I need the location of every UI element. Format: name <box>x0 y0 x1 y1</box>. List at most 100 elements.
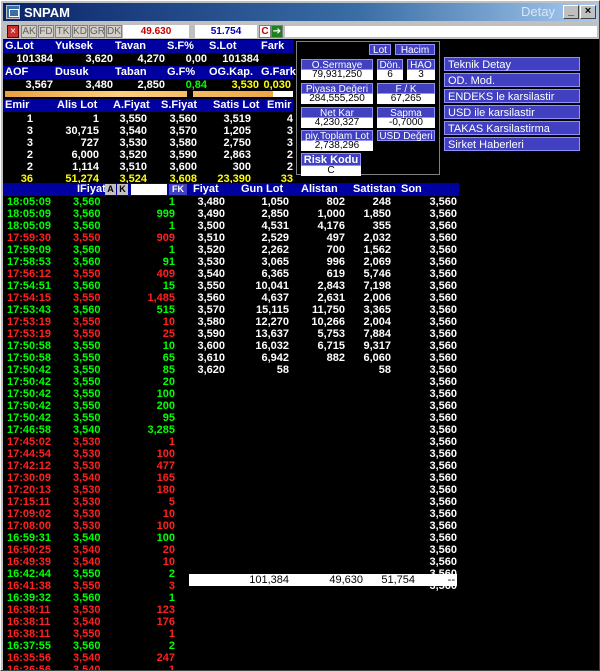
summary-cell: 101384 <box>16 53 53 65</box>
son-cell: 3,560 <box>429 448 457 460</box>
ticker-time: 17:54:51 <box>7 280 52 292</box>
ticker-price: 3,530 <box>73 484 101 496</box>
ticker-time: 17:53:19 <box>7 328 52 340</box>
minimize-button[interactable]: _ <box>563 5 579 19</box>
depth-cell: 2,529 <box>261 232 289 244</box>
ticker-row: 17:53:19 3,550 10 <box>3 316 189 328</box>
ticker-row: 16:38:11 3,540 176 <box>3 616 189 628</box>
depth-cell: 3,540 <box>197 268 225 280</box>
menu-item-1[interactable]: OD. Mod. <box>444 73 580 87</box>
ticker-row: 17:59:30 3,550 909 <box>3 232 189 244</box>
orders-header-cell: A.Fiyat <box>113 99 150 111</box>
title-bar[interactable]: SNPAM Detay _ × <box>3 3 597 21</box>
arrow-right-icon[interactable]: ➔ <box>271 25 283 38</box>
depth-cell: 2,032 <box>363 232 391 244</box>
depth-cell: 7,198 <box>363 280 391 292</box>
ticker-time: 18:05:09 <box>7 220 52 232</box>
depth-cell: 6,942 <box>261 352 289 364</box>
ticker-price: 3,550 <box>73 268 101 280</box>
son-cell: 3,560 <box>429 460 457 472</box>
a-button[interactable]: A <box>105 184 116 195</box>
ticker-price: 3,530 <box>73 460 101 472</box>
toolbar-button-gr[interactable]: GR <box>89 25 105 38</box>
summary-cell: 4,270 <box>137 53 165 65</box>
ticker-time: 17:58:53 <box>7 256 52 268</box>
ticker-price: 3,540 <box>73 424 101 436</box>
ticker-time: 17:56:12 <box>7 268 52 280</box>
summary-cell: Fark <box>261 40 285 52</box>
depth-cell: 4,531 <box>261 220 289 232</box>
trade-ticker: IFiyat A K FK 18:05:09 3,560 1 18:05:09 3,56… <box>3 183 189 670</box>
orders-header-cell: Emir <box>267 99 292 111</box>
depth-cell: 3,510 <box>197 232 225 244</box>
ticker-price: 3,550 <box>73 400 101 412</box>
summary-cell: G.F% <box>167 66 196 78</box>
ticker-lot: 1 <box>168 244 175 256</box>
menu-item-4[interactable]: TAKAS Karsilastirma <box>444 121 580 135</box>
toolbar-button-ak[interactable]: AK <box>21 25 37 38</box>
total-cell: -- <box>447 574 455 586</box>
ticker-time: 16:38:11 <box>7 604 51 616</box>
ticker-time: 17:50:42 <box>7 412 52 424</box>
ticker-row: 16:26:56 3,540 1 <box>3 664 189 670</box>
hacim-button[interactable]: Hacim <box>395 44 435 56</box>
ticker-time: 16:38:11 <box>7 628 51 640</box>
summary-cell: Dusuk <box>55 66 89 78</box>
ticker-row: 18:05:09 3,560 999 <box>3 208 189 220</box>
ticker-time: 17:42:12 <box>7 460 52 472</box>
k-button[interactable]: K <box>117 184 128 195</box>
son-cell: 3,560 <box>429 424 457 436</box>
ticker-price: 3,550 <box>73 628 101 640</box>
ticker-lot: 477 <box>156 460 175 472</box>
ticker-time: 17:54:15 <box>7 292 52 304</box>
lot-button[interactable]: Lot <box>369 44 391 56</box>
depth-cell: 3,480 <box>197 196 225 208</box>
ticker-filter-input[interactable] <box>131 184 167 195</box>
toolbar-button-fd[interactable]: FD <box>38 25 54 38</box>
ticker-lot: 3 <box>168 580 175 592</box>
toolbar-button-kd[interactable]: KD <box>72 25 88 38</box>
son-column: 3,560 3,560 3,560 3,560 3,560 3,560 3,560 3,560… <box>417 196 457 592</box>
ticker-row: 16:38:11 3,530 123 <box>3 604 189 616</box>
ticker-lot: 1 <box>168 664 175 670</box>
son-cell: 3,560 <box>429 412 457 424</box>
toolbar-button-tk[interactable]: TK <box>55 25 71 38</box>
ticker-price: 3,550 <box>73 316 101 328</box>
ticker-row: 17:58:53 3,560 91 <box>3 256 189 268</box>
ticker-row: 17:53:43 3,560 515 <box>3 304 189 316</box>
ticker-row: 17:45:02 3,530 1 <box>3 436 189 448</box>
ticker-lot: 2 <box>168 568 175 580</box>
detay-label: Detay <box>521 4 555 19</box>
toolbar-button-dk[interactable]: DK <box>106 25 122 38</box>
ticker-time: 16:41:38 <box>7 580 52 592</box>
close-x-icon[interactable]: × <box>7 25 19 38</box>
son-cell: 3,560 <box>429 232 457 244</box>
window-title: SNPAM <box>24 4 70 20</box>
ticker-lot: 100 <box>156 520 175 532</box>
ticker-lot: 10 <box>162 508 175 520</box>
ticker-time: 17:08:00 <box>7 520 52 532</box>
ticker-row: 16:49:39 3,540 10 <box>3 556 189 568</box>
ticker-lot: 247 <box>156 652 175 664</box>
menu-item-5[interactable]: Sirket Haberleri <box>444 137 580 151</box>
menu-item-2[interactable]: ENDEKS le karsilastir <box>444 89 580 103</box>
close-button[interactable]: × <box>580 5 596 19</box>
ticker-time: 16:49:39 <box>7 556 52 568</box>
depth-cell: 3,610 <box>197 352 225 364</box>
menu-item-0[interactable]: Teknik Detay <box>444 57 580 71</box>
fk-button[interactable]: FK <box>169 184 187 195</box>
depth-cell: 619 <box>326 268 345 280</box>
ticker-row: 17:56:12 3,550 409 <box>3 268 189 280</box>
price-red: 49.630 <box>123 25 189 38</box>
c-button[interactable]: C <box>259 25 271 38</box>
son-cell: 3,560 <box>429 556 457 568</box>
depth-cell: 2,006 <box>363 292 391 304</box>
ticker-price: 3,540 <box>73 532 101 544</box>
menu-item-3[interactable]: USD ile karsilastir <box>444 105 580 119</box>
ticker-lot: 515 <box>156 304 175 316</box>
son-cell: 3,560 <box>429 256 457 268</box>
son-cell: 3,560 <box>429 352 457 364</box>
summary-cell: G.Fark <box>261 66 296 78</box>
usd-value-button[interactable]: USD Değeri <box>377 130 435 142</box>
ticker-price-header: IFiyat <box>77 183 106 195</box>
